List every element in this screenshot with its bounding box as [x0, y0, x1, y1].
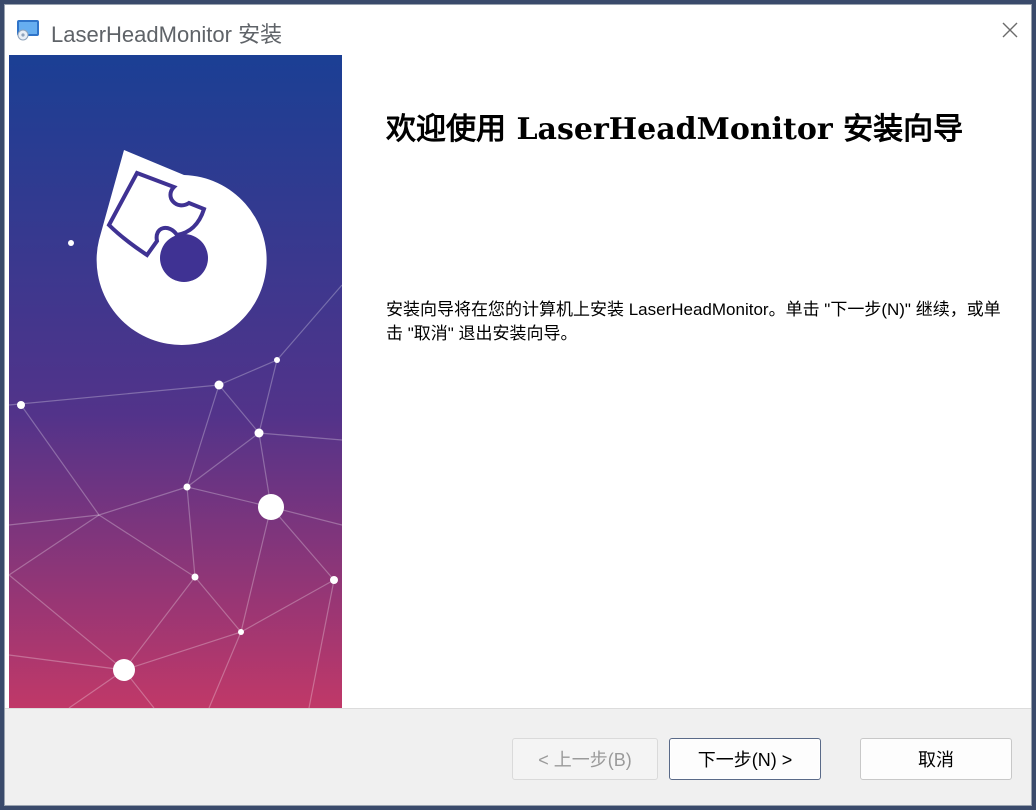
- cancel-button[interactable]: 取消: [860, 738, 1012, 780]
- content-pane: 欢迎使用 LaserHeadMonitor 安装向导 安装向导将在您的计算机上安…: [342, 55, 1031, 708]
- wizard-banner-image: [9, 55, 342, 708]
- close-button[interactable]: [993, 11, 1027, 49]
- installer-window: LaserHeadMonitor 安装 欢迎使用 LaserHeadMonito…: [4, 4, 1032, 806]
- back-button[interactable]: < 上一步(B): [512, 738, 658, 780]
- welcome-description: 安装向导将在您的计算机上安装 LaserHeadMonitor。单击 "下一步(…: [386, 300, 1001, 343]
- close-icon: [1002, 22, 1018, 38]
- button-bar: < 上一步(B) 下一步(N) > 取消: [5, 708, 1031, 805]
- welcome-heading: 欢迎使用 LaserHeadMonitor 安装向导: [386, 112, 964, 147]
- installer-app-icon: [15, 19, 41, 41]
- next-button[interactable]: 下一步(N) >: [669, 738, 821, 780]
- window-title: LaserHeadMonitor 安装: [51, 22, 283, 47]
- title-bar[interactable]: LaserHeadMonitor 安装: [5, 5, 1031, 55]
